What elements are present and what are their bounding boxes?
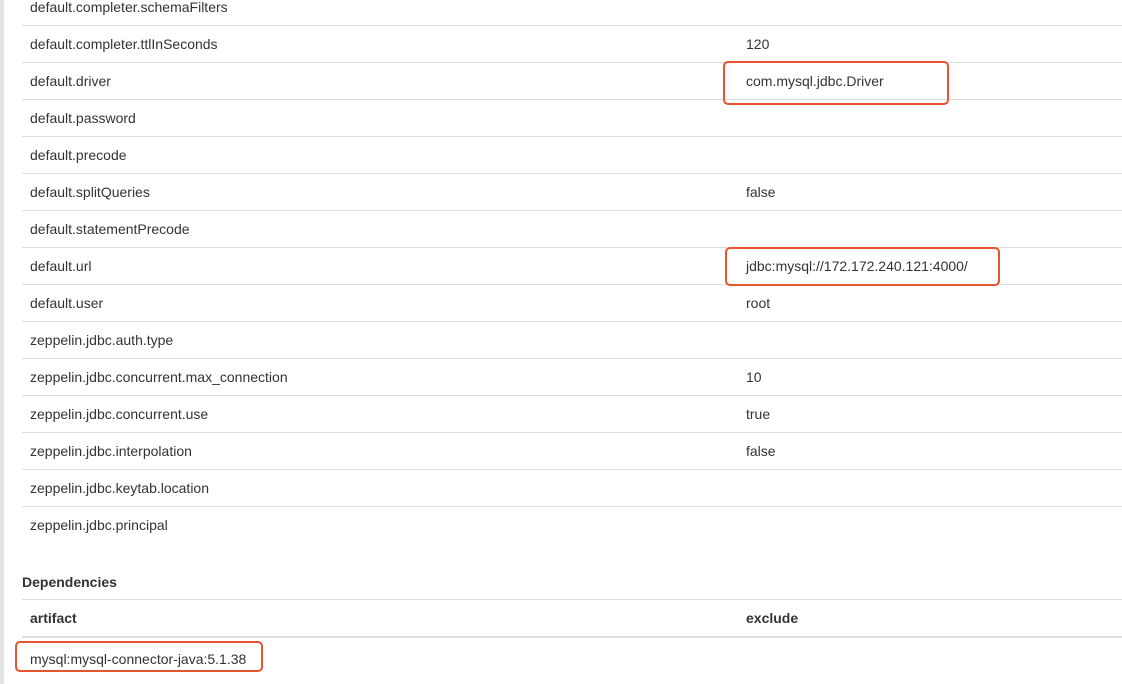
table-row: default.password xyxy=(22,99,1122,137)
property-value: jdbc:mysql://172.172.240.121:4000/ xyxy=(738,247,1122,285)
property-value xyxy=(738,0,1122,26)
property-name: zeppelin.jdbc.keytab.location xyxy=(22,469,738,507)
table-row: default.statementPrecode xyxy=(22,210,1122,248)
property-value xyxy=(738,136,1122,174)
interpreter-settings-page: default.completer.schemaFilters default.… xyxy=(0,0,1122,684)
table-row: zeppelin.jdbc.principal xyxy=(22,506,1122,543)
property-value xyxy=(738,321,1122,359)
property-name: default.driver xyxy=(22,62,738,100)
table-header-row: artifact exclude xyxy=(22,599,1122,638)
property-name: default.completer.ttlInSeconds xyxy=(22,25,738,63)
dependency-artifact: mysql:mysql-connector-java:5.1.38 xyxy=(30,651,247,667)
property-name: zeppelin.jdbc.principal xyxy=(22,506,738,543)
property-name: default.url xyxy=(22,247,738,285)
property-name: default.precode xyxy=(22,136,738,174)
table-row: default.user root xyxy=(22,284,1122,322)
artifact-column-header: artifact xyxy=(22,599,738,638)
table-row: default.url jdbc:mysql://172.172.240.121… xyxy=(22,247,1122,285)
property-value xyxy=(738,469,1122,507)
property-name: default.user xyxy=(22,284,738,322)
table-row: default.driver com.mysql.jdbc.Driver xyxy=(22,62,1122,100)
table-row: default.precode xyxy=(22,136,1122,174)
table-row: mysql:mysql-connector-java:5.1.38 xyxy=(22,637,1122,680)
panel-left-border xyxy=(0,0,4,684)
property-name: zeppelin.jdbc.interpolation xyxy=(22,432,738,470)
property-name: default.completer.schemaFilters xyxy=(30,0,228,15)
property-name: default.statementPrecode xyxy=(22,210,738,248)
dependencies-heading: Dependencies xyxy=(22,574,117,590)
properties-table: default.completer.schemaFilters default.… xyxy=(22,0,1122,543)
property-value: com.mysql.jdbc.Driver xyxy=(738,62,1122,100)
table-row: zeppelin.jdbc.concurrent.use true xyxy=(22,395,1122,433)
property-value xyxy=(738,99,1122,137)
dependency-exclude xyxy=(738,637,1122,680)
property-value: 10 xyxy=(738,358,1122,396)
property-value: root xyxy=(738,284,1122,322)
property-name: zeppelin.jdbc.concurrent.use xyxy=(22,395,738,433)
property-value: false xyxy=(738,432,1122,470)
table-row: default.completer.schemaFilters xyxy=(22,0,1122,26)
table-row: zeppelin.jdbc.auth.type xyxy=(22,321,1122,359)
property-name: zeppelin.jdbc.auth.type xyxy=(22,321,738,359)
property-name: zeppelin.jdbc.concurrent.max_connection xyxy=(22,358,738,396)
property-value: true xyxy=(738,395,1122,433)
property-name: default.password xyxy=(22,99,738,137)
table-row: default.completer.ttlInSeconds 120 xyxy=(22,25,1122,63)
dependencies-table: artifact exclude mysql:mysql-connector-j… xyxy=(22,599,1122,680)
property-value: 120 xyxy=(738,25,1122,63)
property-value: false xyxy=(738,173,1122,211)
table-row: zeppelin.jdbc.concurrent.max_connection … xyxy=(22,358,1122,396)
property-value xyxy=(738,506,1122,543)
exclude-column-header: exclude xyxy=(738,599,1122,638)
property-value xyxy=(738,210,1122,248)
table-row: zeppelin.jdbc.keytab.location xyxy=(22,469,1122,507)
table-row: zeppelin.jdbc.interpolation false xyxy=(22,432,1122,470)
table-row: default.splitQueries false xyxy=(22,173,1122,211)
property-name: default.splitQueries xyxy=(22,173,738,211)
